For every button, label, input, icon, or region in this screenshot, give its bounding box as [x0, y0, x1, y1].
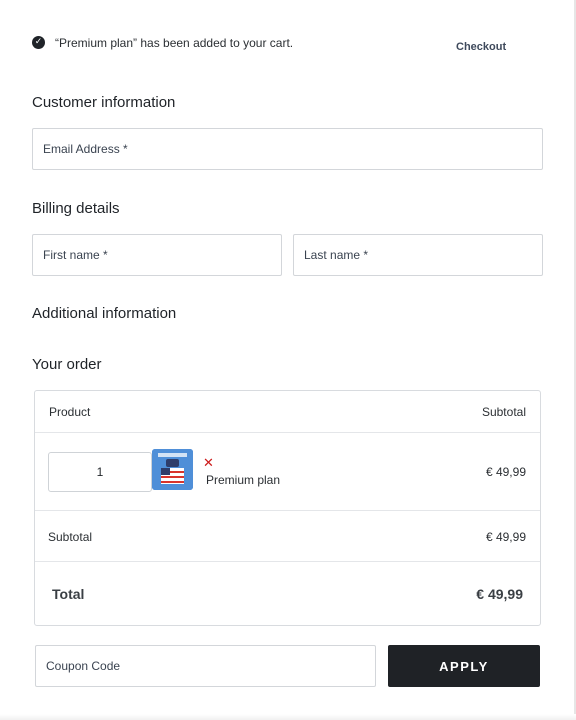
divider [35, 432, 540, 433]
coupon-field-wrapper [35, 645, 376, 687]
checkout-page: ✓ “Premium plan” has been added to your … [0, 0, 576, 720]
product-thumbnail-icon [152, 449, 193, 490]
coupon-code-field[interactable] [36, 646, 375, 686]
divider [35, 510, 540, 511]
first-name-field-wrapper [32, 234, 282, 276]
email-field[interactable] [33, 129, 542, 169]
check-circle-icon: ✓ [32, 36, 45, 49]
first-name-field[interactable] [33, 235, 281, 275]
your-order-heading: Your order [32, 356, 102, 373]
divider [35, 561, 540, 562]
checkout-link[interactable]: Checkout [456, 41, 506, 53]
quantity-field-wrapper [48, 452, 152, 492]
column-header-product: Product [49, 405, 91, 419]
quantity-field[interactable] [49, 453, 151, 491]
email-field-wrapper [32, 128, 543, 170]
bottom-shadow [0, 714, 576, 720]
additional-information-heading: Additional information [32, 305, 177, 322]
subtotal-label: Subtotal [48, 530, 93, 544]
total-value: € 49,99 [476, 586, 523, 602]
column-header-subtotal: Subtotal [481, 405, 526, 419]
cart-notice-message: “Premium plan” has been added to your ca… [55, 36, 294, 50]
last-name-field[interactable] [294, 235, 542, 275]
product-line-price: € 49,99 [485, 465, 526, 479]
billing-details-heading: Billing details [32, 200, 120, 217]
product-name: Premium plan [206, 473, 281, 487]
total-label: Total [52, 586, 85, 602]
last-name-field-wrapper [293, 234, 543, 276]
remove-x-icon[interactable]: ✕ [203, 457, 214, 470]
order-table: Product Subtotal ✕ Premium plan € 49,99 … [34, 390, 541, 626]
customer-information-heading: Customer information [32, 94, 176, 111]
apply-coupon-button[interactable]: APPLY [388, 645, 540, 687]
cart-notice: ✓ “Premium plan” has been added to your … [32, 36, 522, 58]
subtotal-value: € 49,99 [485, 530, 526, 544]
